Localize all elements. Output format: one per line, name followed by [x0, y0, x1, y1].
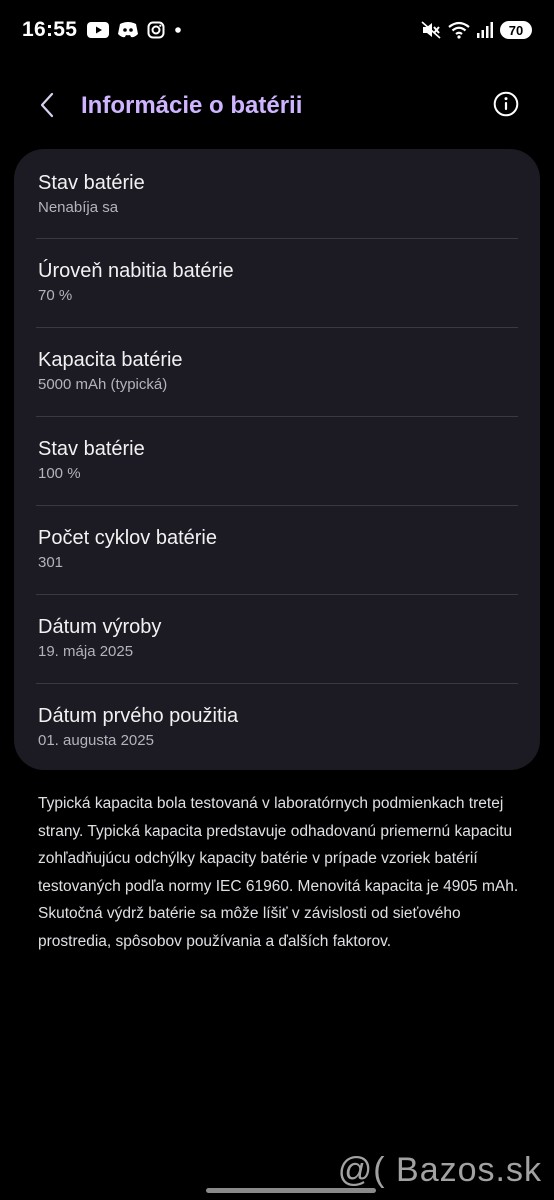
instagram-icon: [147, 21, 165, 39]
list-item-first-use-date: Dátum prvého použitia 01. augusta 2025: [36, 683, 518, 772]
dot-icon: [173, 25, 183, 35]
mute-icon: [421, 21, 441, 39]
chevron-left-icon: [38, 91, 56, 124]
item-title: Úroveň nabitia batérie: [38, 260, 234, 282]
item-title: Počet cyklov batérie: [38, 527, 217, 549]
list-item-battery-health: Stav batérie 100 %: [36, 416, 518, 505]
watermark: @( Bazos.sk: [337, 1151, 542, 1189]
item-value: Nenabíja sa: [38, 199, 119, 216]
list-item-battery-status: Stav batérie Nenabíja sa: [36, 149, 518, 238]
list-item-manufacture-date: Dátum výroby 19. mája 2025: [36, 594, 518, 683]
page-title: Informácie o batérii: [81, 92, 303, 119]
list-item-charge-level: Úroveň nabitia batérie 70 %: [36, 238, 518, 327]
notification-icons: [87, 21, 183, 39]
screen: 16:55 70 Informácie o batérii Stav batér…: [0, 0, 554, 1200]
back-button[interactable]: [32, 92, 62, 122]
info-icon: [493, 91, 519, 122]
status-bar: 16:55 70: [0, 0, 554, 60]
signal-icon: [477, 21, 493, 39]
item-title: Stav batérie: [38, 438, 145, 460]
battery-info-card: Stav batérie Nenabíja sa Úroveň nabitia …: [14, 149, 540, 770]
item-title: Kapacita batérie: [38, 349, 183, 371]
list-item-cycle-count: Počet cyklov batérie 301: [36, 505, 518, 594]
discord-icon: [117, 21, 139, 39]
item-value: 301: [38, 554, 64, 571]
info-button[interactable]: [490, 90, 522, 122]
wifi-icon: [448, 21, 470, 39]
item-title: Dátum výroby: [38, 616, 162, 638]
item-value: 70 %: [38, 287, 73, 304]
system-icons: 70: [421, 21, 532, 39]
battery-indicator: 70: [500, 21, 532, 39]
item-value: 19. mája 2025: [38, 643, 134, 660]
item-value: 01. augusta 2025: [38, 732, 154, 749]
list-item-capacity: Kapacita batérie 5000 mAh (typická): [36, 327, 518, 416]
item-title: Stav batérie: [38, 172, 145, 194]
capacity-footnote: Typická kapacita bola testovaná v labora…: [38, 795, 519, 950]
item-title: Dátum prvého použitia: [38, 705, 239, 727]
header: Informácie o batérii: [0, 78, 554, 134]
status-time: 16:55: [22, 18, 78, 41]
item-value: 5000 mAh (typická): [38, 376, 168, 393]
youtube-icon: [87, 22, 110, 38]
item-value: 100 %: [38, 465, 81, 482]
